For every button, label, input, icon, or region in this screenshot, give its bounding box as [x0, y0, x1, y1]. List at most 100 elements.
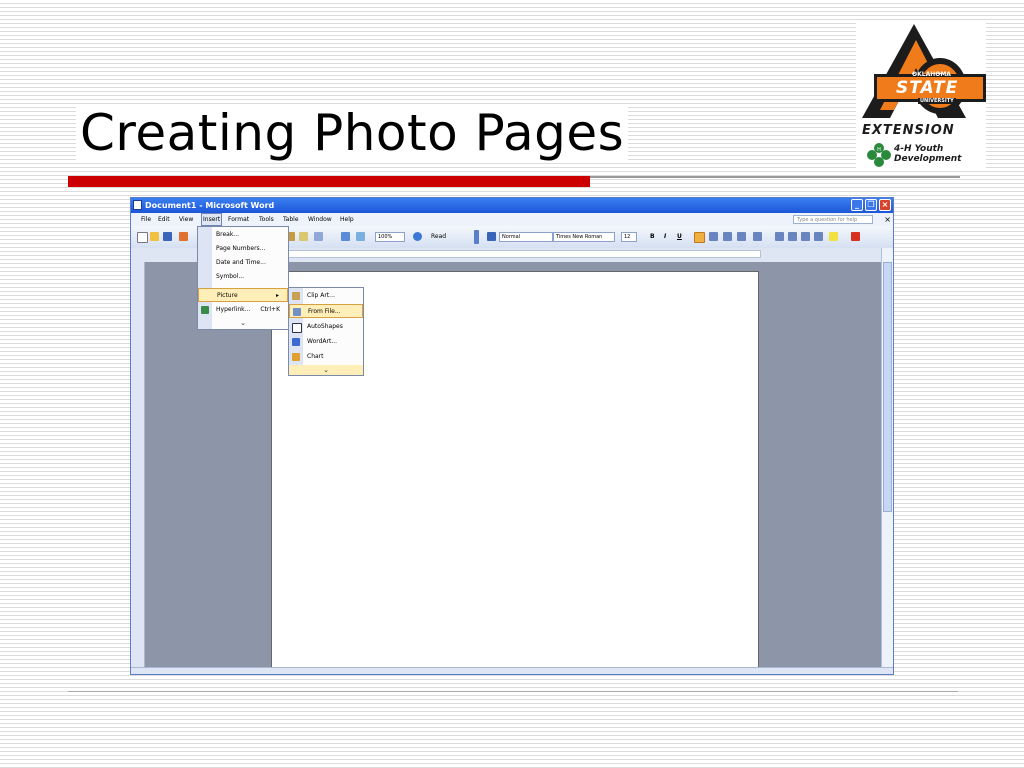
tables-icon[interactable] [356, 232, 365, 241]
menu-help[interactable]: Help [340, 213, 354, 226]
youth-development-label: 4-H Youth Development [894, 144, 961, 164]
menu-window[interactable]: Window [308, 213, 332, 226]
restore-button[interactable]: ❐ [865, 199, 877, 211]
increase-indent-icon[interactable] [814, 232, 823, 241]
osu-extension-logo: OKLAHOMA STATE UNIVERSITY EXTENSION H 4-… [856, 20, 986, 170]
menu-item-label: Break... [216, 231, 240, 238]
highlight-icon[interactable] [829, 232, 838, 241]
minimize-button[interactable]: _ [851, 199, 863, 211]
hyperlink-icon [201, 306, 209, 314]
menu-tools[interactable]: Tools [259, 213, 274, 226]
submenu-arrow-icon: ▸ [275, 292, 279, 299]
new-document-icon[interactable] [137, 232, 148, 243]
osu-wordmark-state: STATE [896, 78, 959, 98]
vertical-scrollbar[interactable] [881, 248, 893, 674]
style-select[interactable]: Normal [499, 232, 553, 242]
menu-item-label: Hyperlink... [216, 306, 251, 313]
menu-item-autoshapes[interactable]: AutoShapes [289, 320, 363, 334]
help-search-input[interactable]: Type a question for help [793, 215, 873, 224]
font-select[interactable]: Times New Roman [553, 232, 615, 242]
format-painter-icon[interactable] [299, 232, 308, 241]
word-menu-bar: File Edit View Insert Format Tools Table… [131, 213, 893, 226]
clover-icon: H [867, 143, 891, 167]
menu-item-date-time[interactable]: Date and Time... [198, 256, 288, 270]
styles-pane-icon[interactable] [487, 232, 496, 241]
menu-item-wordart[interactable]: WordArt... [289, 335, 363, 349]
menu-item-chart[interactable]: Chart [289, 350, 363, 364]
italic-button[interactable]: I [664, 232, 666, 242]
menu-item-shortcut: Ctrl+K [260, 306, 280, 313]
font-color-icon[interactable] [851, 232, 860, 241]
menu-format[interactable]: Format [228, 213, 249, 226]
footer-divider [68, 691, 958, 692]
word-window-title: Document1 - Microsoft Word [145, 201, 275, 210]
menu-item-hyperlink[interactable]: Hyperlink... Ctrl+K [198, 303, 288, 317]
word-document-icon [133, 200, 142, 210]
youth-line2: Development [894, 154, 962, 164]
menu-item-symbol[interactable]: Symbol... [198, 270, 288, 284]
scrollbar-thumb[interactable] [883, 262, 892, 512]
menu-item-clip-art[interactable]: Clip Art... [289, 289, 363, 303]
menu-item-label: Chart [307, 353, 324, 360]
zoom-select[interactable]: 100% [375, 232, 405, 242]
menu-item-label: Page Numbers... [216, 245, 266, 252]
title-underline-gray [590, 176, 960, 178]
font-size-select[interactable]: 12 [621, 232, 637, 242]
osu-wordmark-university: UNIVERSITY [918, 98, 956, 104]
menu-edit[interactable]: Edit [158, 213, 170, 226]
word-title-bar[interactable]: Document1 - Microsoft Word _ ❐ × [131, 198, 893, 213]
picture-submenu: Clip Art... From File... AutoShapes Word… [288, 287, 364, 376]
menu-item-picture[interactable]: Picture ▸ [198, 288, 288, 302]
toolbar-options-icon[interactable] [474, 230, 479, 244]
menu-insert[interactable]: Insert [201, 213, 223, 226]
align-right-icon[interactable] [723, 232, 732, 241]
open-folder-icon[interactable] [150, 232, 159, 241]
youth-line1: 4-H Youth [894, 144, 944, 154]
vertical-ruler[interactable] [131, 262, 145, 674]
chart-icon [292, 353, 300, 361]
justify-icon[interactable] [737, 232, 746, 241]
permission-icon[interactable] [179, 232, 188, 241]
osu-logo-mark [862, 24, 986, 118]
bold-button[interactable]: B [650, 232, 655, 242]
expand-submenu-icon[interactable]: ⌄ [289, 365, 363, 375]
undo-icon[interactable] [314, 232, 323, 241]
menu-item-from-file[interactable]: From File... [289, 304, 363, 318]
align-left-icon[interactable] [694, 232, 705, 243]
wordart-icon [292, 338, 300, 346]
underline-button[interactable]: U [677, 232, 682, 242]
menu-file[interactable]: File [141, 213, 151, 226]
clip-art-icon [292, 292, 300, 300]
read-button[interactable]: Read [431, 232, 446, 242]
expand-menu-icon[interactable]: ⌄ [198, 318, 288, 328]
hyperlink-icon[interactable] [341, 232, 350, 241]
autoshapes-icon [292, 323, 302, 333]
osu-wordmark-small: OKLAHOMA [912, 71, 951, 78]
menu-view[interactable]: View [179, 213, 193, 226]
bullets-icon[interactable] [788, 232, 797, 241]
menu-close-document-icon[interactable]: × [884, 213, 891, 226]
align-center-icon[interactable] [709, 232, 718, 241]
close-button[interactable]: × [879, 199, 891, 211]
menu-item-label: Clip Art... [307, 292, 335, 299]
horizontal-ruler[interactable] [281, 250, 761, 258]
menu-item-page-numbers[interactable]: Page Numbers... [198, 242, 288, 256]
menu-table[interactable]: Table [283, 213, 299, 226]
picture-file-icon [293, 308, 301, 316]
menu-item-label: Picture [217, 292, 238, 299]
extension-label: EXTENSION [862, 123, 955, 138]
decrease-indent-icon[interactable] [801, 232, 810, 241]
menu-item-label: Symbol... [216, 273, 245, 280]
help-icon[interactable] [413, 232, 422, 241]
line-spacing-icon[interactable] [753, 232, 762, 241]
menu-item-label: Date and Time... [216, 259, 266, 266]
svg-text:H: H [877, 147, 881, 153]
menu-item-label: From File... [308, 308, 341, 315]
slide-title: Creating Photo Pages [76, 104, 629, 162]
menu-item-label: AutoShapes [307, 323, 343, 330]
title-underline-red [68, 176, 590, 187]
numbering-icon[interactable] [775, 232, 784, 241]
insert-menu: Break... Page Numbers... Date and Time..… [197, 226, 289, 330]
save-icon[interactable] [163, 232, 172, 241]
menu-item-break[interactable]: Break... [198, 228, 288, 242]
